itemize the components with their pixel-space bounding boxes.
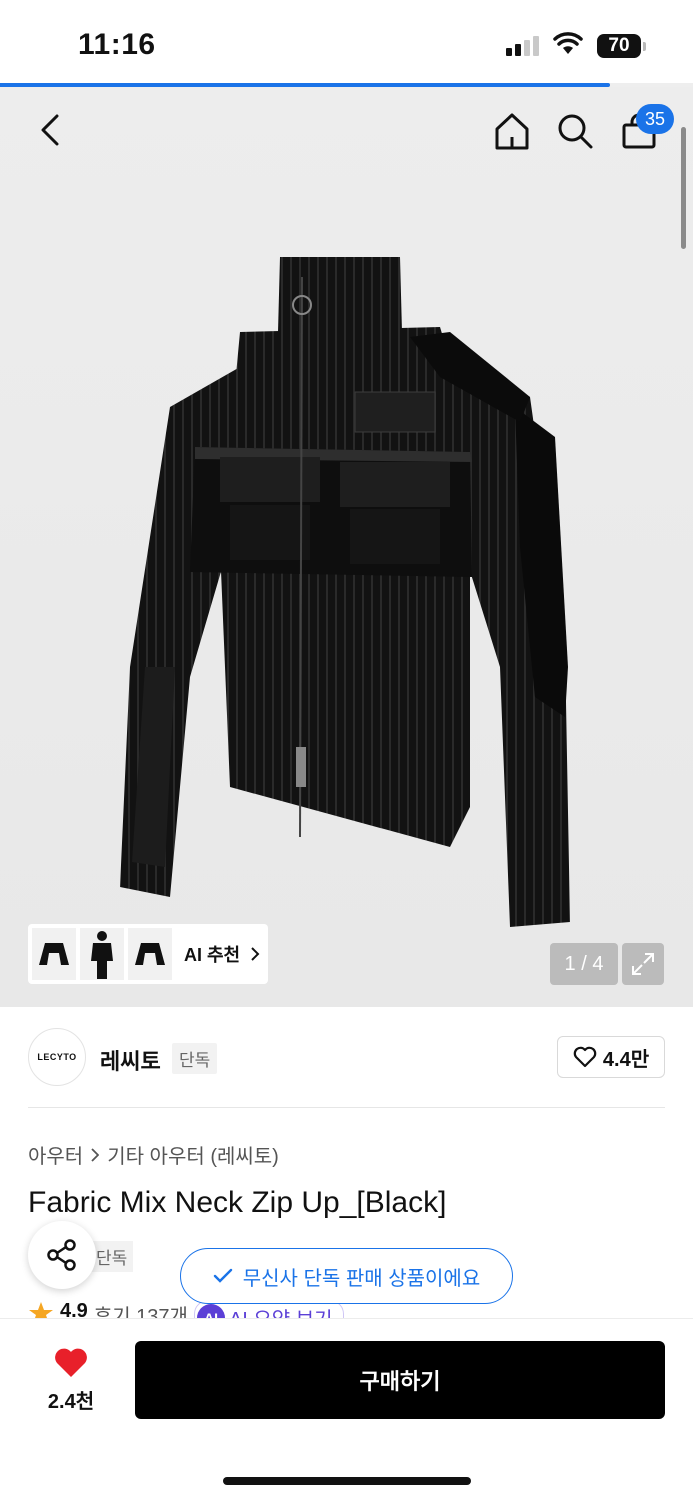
bottom-action-bar: 2.4천 구매하기 [0, 1318, 693, 1500]
battery-icon: 70 [597, 34, 641, 58]
search-button[interactable] [553, 109, 597, 153]
cart-count-badge: 35 [636, 104, 674, 134]
product-title: Fabric Mix Neck Zip Up_[Black] [28, 1186, 447, 1219]
back-button[interactable] [30, 109, 70, 151]
battery-cap [643, 42, 646, 51]
heart-filled-icon [55, 1348, 87, 1377]
rating-value: 4.9 [60, 1300, 88, 1320]
home-icon [495, 113, 529, 150]
wishlist-count: 2.4천 [47, 1391, 95, 1413]
breadcrumb: 아우터 기타 아우터 (레씨토) [28, 1140, 279, 1169]
brand-logo[interactable]: LECYTO [28, 1028, 86, 1086]
review-count[interactable]: 후기 137개 [94, 1300, 188, 1320]
status-time: 11:16 [78, 28, 156, 61]
product-image-gallery[interactable]: 35 AI 추천 1 / 4 [0, 87, 693, 1007]
brand-name[interactable]: 레씨토 [100, 1044, 161, 1076]
back-icon [41, 114, 59, 146]
brand-exclusive-tag: 단독 [172, 1043, 218, 1074]
status-bar: 11:16 70 [0, 0, 693, 84]
expand-image-button[interactable] [622, 943, 664, 985]
wishlist-button[interactable]: 2.4천 [30, 1347, 112, 1414]
image-page-counter: 1 / 4 [550, 943, 618, 985]
share-button[interactable] [28, 1221, 96, 1289]
product-exclusive-tag: 단독 [90, 1241, 134, 1272]
thumbnail-3[interactable] [128, 928, 172, 980]
thumbnail-2[interactable] [80, 928, 124, 980]
search-icon [558, 114, 593, 149]
chevron-right-icon [91, 1147, 100, 1162]
check-icon [213, 1268, 232, 1283]
share-icon [47, 1239, 76, 1271]
breadcrumb-subcategory[interactable]: 기타 아우터 (레씨토) [107, 1140, 279, 1169]
brand-like-button[interactable]: 4.4만 [557, 1036, 665, 1078]
signal-icon [506, 36, 539, 56]
brand-like-count: 4.4만 [602, 1048, 650, 1071]
product-image[interactable] [110, 247, 580, 947]
wifi-icon [553, 32, 583, 54]
ai-recommend-label: AI 추천 [184, 945, 241, 965]
exclusive-notice-chip[interactable]: 무신사 단독 판매 상품이에요 [180, 1248, 513, 1304]
chevron-right-icon [251, 947, 260, 961]
breadcrumb-category[interactable]: 아우터 [28, 1140, 83, 1169]
brand-row: LECYTO 레씨토 단독 4.4만 [28, 1028, 665, 1086]
thumbnail-1[interactable] [32, 928, 76, 980]
ai-recommend-link[interactable]: AI 추천 [184, 941, 260, 967]
home-button[interactable] [490, 109, 534, 153]
ai-recommend-strip[interactable]: AI 추천 [28, 924, 268, 984]
divider [28, 1107, 665, 1108]
buy-button[interactable]: 구매하기 [135, 1341, 665, 1419]
heart-outline-icon [573, 1046, 597, 1068]
scrollbar[interactable] [681, 127, 686, 249]
home-indicator[interactable] [223, 1477, 471, 1485]
exclusive-notice-text: 무신사 단독 판매 상품이에요 [242, 1267, 481, 1290]
star-icon [29, 1302, 53, 1320]
expand-icon [632, 953, 654, 975]
